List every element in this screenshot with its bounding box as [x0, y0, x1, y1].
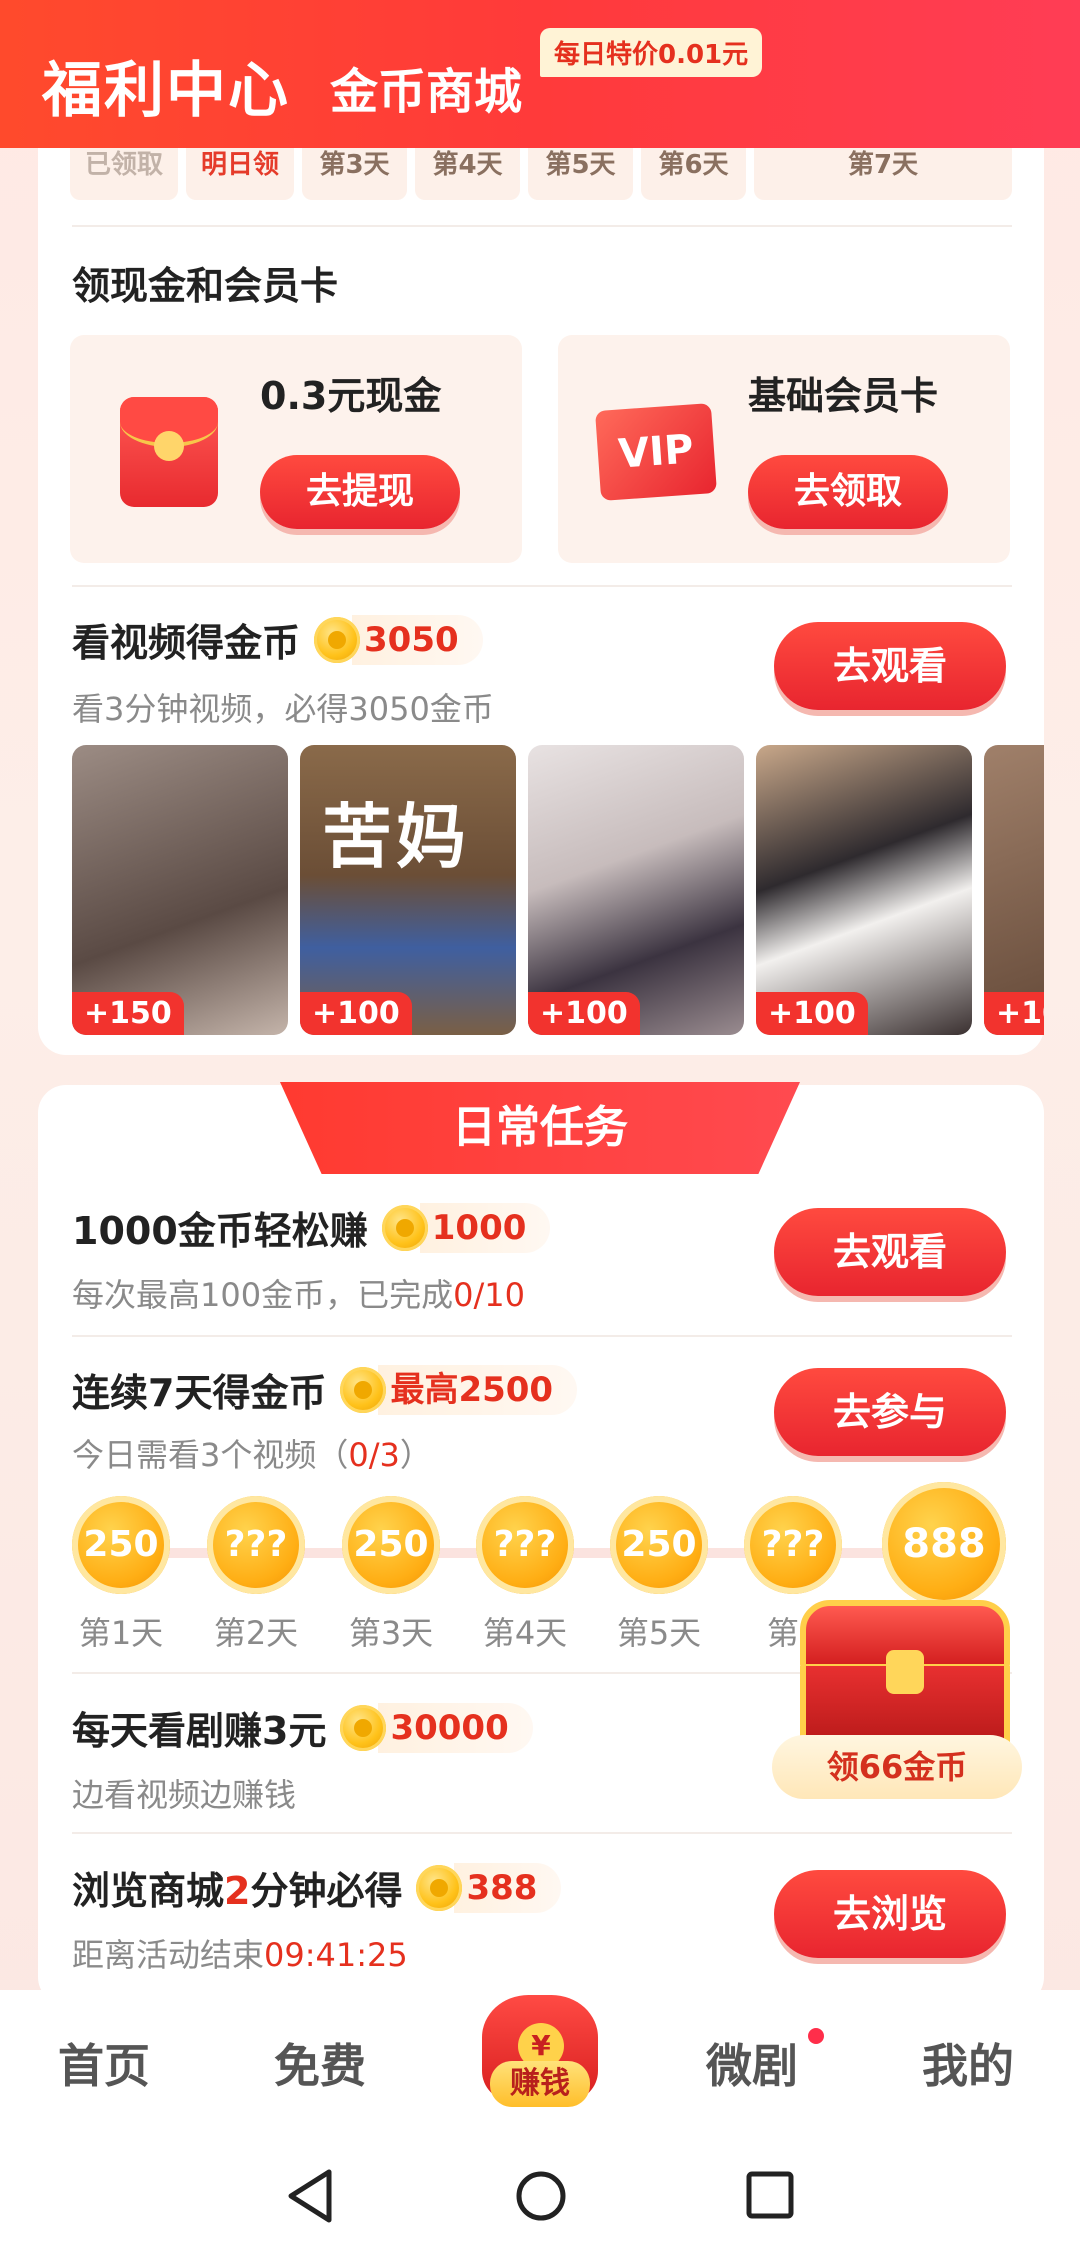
task2-desc: 今日需看3个视频（0/3）	[72, 1436, 432, 1474]
coin-reward: 最高2500	[340, 1364, 578, 1415]
cash-reward-label: 0.3元现金	[260, 374, 442, 418]
reward-badge: +10	[984, 992, 1044, 1035]
nav-drama[interactable]: 微剧	[706, 2030, 798, 2096]
claim-vip-button[interactable]: 去领取	[748, 455, 948, 529]
back-icon[interactable]	[285, 2168, 335, 2224]
page-title: 福利中心	[42, 56, 290, 126]
video-task-desc: 看3分钟视频，必得3050金币	[72, 690, 494, 728]
tab-coin-mall[interactable]: 金币商城	[330, 52, 522, 122]
coin-reward: 30000	[340, 1702, 533, 1753]
nav-earn-label: 赚钱	[490, 2061, 590, 2107]
nav-free[interactable]: 免费	[274, 2030, 366, 2096]
task1-desc: 每次最高100金币，已完成0/10	[72, 1276, 525, 1314]
checkin-day-7: 第7天	[754, 140, 1012, 200]
nav-earn[interactable]: ¥ 赚钱	[452, 1985, 628, 2125]
video-task-header: 看视频得金币 3050	[72, 612, 483, 667]
streak-day-label: 第2天	[213, 1614, 299, 1652]
coin-reward: 1000	[381, 1202, 551, 1253]
checkin-day-6: 第6天	[641, 140, 746, 200]
drama-poster-2[interactable]: 苦妈 +100	[300, 745, 516, 1035]
chest-reward-label[interactable]: 领66金币	[772, 1735, 1022, 1799]
coin-icon	[314, 616, 361, 663]
divider	[72, 585, 1012, 587]
streak-node-4: ???	[476, 1496, 574, 1594]
streak-day-label: 第5天	[616, 1614, 702, 1652]
video-task-title: 看视频得金币	[72, 621, 301, 665]
coin-icon	[340, 1366, 387, 1413]
reward-badge: +100	[300, 992, 412, 1035]
streak-day-label: 第3天	[348, 1614, 434, 1652]
coin-icon	[416, 1864, 463, 1911]
task1-header: 1000金币轻松赚 1000	[72, 1200, 551, 1255]
vip-reward-label: 基础会员卡	[748, 374, 939, 418]
checkin-days-row: 已领取 明日领 第3天 第4天 第5天 第6天 第7天	[70, 140, 1012, 200]
drama-poster-5[interactable]: +10	[984, 745, 1044, 1035]
promo-badge: 每日特价0.01元	[540, 28, 763, 77]
streak-day-label: 第4天	[482, 1614, 568, 1652]
home-circle-icon[interactable]	[514, 2168, 568, 2224]
coin-amount: 3050	[352, 614, 483, 665]
task3-desc: 边看视频边赚钱	[72, 1776, 297, 1814]
streak-progress: 250 ??? 250 ??? 250 ??? 888	[70, 1482, 1010, 1606]
coin-reward: 3050	[314, 614, 483, 665]
task3-header: 每天看剧赚3元 30000	[72, 1700, 533, 1755]
countdown-timer: 09:41:25	[264, 1936, 408, 1974]
red-envelope-icon	[120, 397, 218, 507]
task4-desc: 距离活动结束09:41:25	[72, 1936, 408, 1974]
streak-node-2: ???	[207, 1496, 305, 1594]
watch-video-button[interactable]: 去观看	[774, 622, 1006, 710]
drama-poster-4[interactable]: +100	[756, 745, 972, 1035]
browse-mall-button[interactable]: 去浏览	[774, 1870, 1006, 1958]
task1-watch-button[interactable]: 去观看	[774, 1208, 1006, 1296]
coin-amount: 1000	[419, 1202, 551, 1253]
checkin-day-tomorrow[interactable]: 明日领	[186, 140, 294, 200]
task2-title: 连续7天得金币	[72, 1371, 327, 1415]
vip-card-icon: VIP	[595, 403, 717, 501]
checkin-day-5: 第5天	[528, 140, 633, 200]
coin-icon	[381, 1204, 428, 1251]
drama-thumbnails: +150 苦妈 +100 +100 +100 +10	[72, 745, 1044, 1035]
reward-badge: +150	[72, 992, 184, 1035]
poster-title: 苦妈	[322, 795, 470, 878]
task2-join-button[interactable]: 去参与	[774, 1368, 1006, 1456]
divider	[72, 225, 1012, 227]
recents-square-icon[interactable]	[744, 2168, 796, 2224]
task2-header: 连续7天得金币 最高2500	[72, 1362, 578, 1417]
drama-poster-3[interactable]: +100	[528, 745, 744, 1035]
coin-reward: 388	[416, 1862, 562, 1913]
streak-node-3: 250	[342, 1496, 440, 1594]
cash-reward-card[interactable]: 0.3元现金 去提现	[70, 335, 522, 563]
notification-dot	[808, 2028, 824, 2044]
divider	[72, 1832, 1012, 1834]
task1-progress: 0/10	[453, 1276, 525, 1314]
header-bar: 福利中心 金币商城 每日特价0.01元	[0, 0, 1080, 148]
task3-title: 每天看剧赚3元	[72, 1709, 327, 1753]
checkin-day-3: 第3天	[302, 140, 407, 200]
streak-node-1: 250	[72, 1496, 170, 1594]
withdraw-button[interactable]: 去提现	[260, 455, 460, 529]
streak-node-6: ???	[744, 1496, 842, 1594]
vip-reward-card[interactable]: VIP 基础会员卡 去领取	[558, 335, 1010, 563]
reward-badge: +100	[756, 992, 868, 1035]
daily-tasks-ribbon: 日常任务	[280, 1082, 800, 1174]
task1-title: 1000金币轻松赚	[72, 1209, 368, 1253]
streak-node-7: 888	[882, 1482, 1006, 1606]
coin-amount: 30000	[378, 1702, 533, 1753]
drama-poster-1[interactable]: +150	[72, 745, 288, 1035]
reward-badge: +100	[528, 992, 640, 1035]
coin-amount: 最高2500	[378, 1364, 578, 1415]
cash-section-title: 领现金和会员卡	[72, 264, 339, 308]
checkin-day-4: 第4天	[415, 140, 520, 200]
streak-day-label: 第1天	[78, 1614, 164, 1652]
divider	[72, 1335, 1012, 1337]
task2-progress: 0/3	[348, 1436, 400, 1474]
coin-icon	[340, 1704, 387, 1751]
task4-title: 浏览商城2分钟必得	[72, 1869, 403, 1913]
checkin-day-claimed: 已领取	[70, 140, 178, 200]
nav-mine[interactable]: 我的	[922, 2030, 1014, 2096]
coin-amount: 388	[454, 1862, 562, 1913]
task4-header: 浏览商城2分钟必得 388	[72, 1860, 562, 1915]
nav-home[interactable]: 首页	[58, 2030, 150, 2096]
streak-node-5: 250	[610, 1496, 708, 1594]
